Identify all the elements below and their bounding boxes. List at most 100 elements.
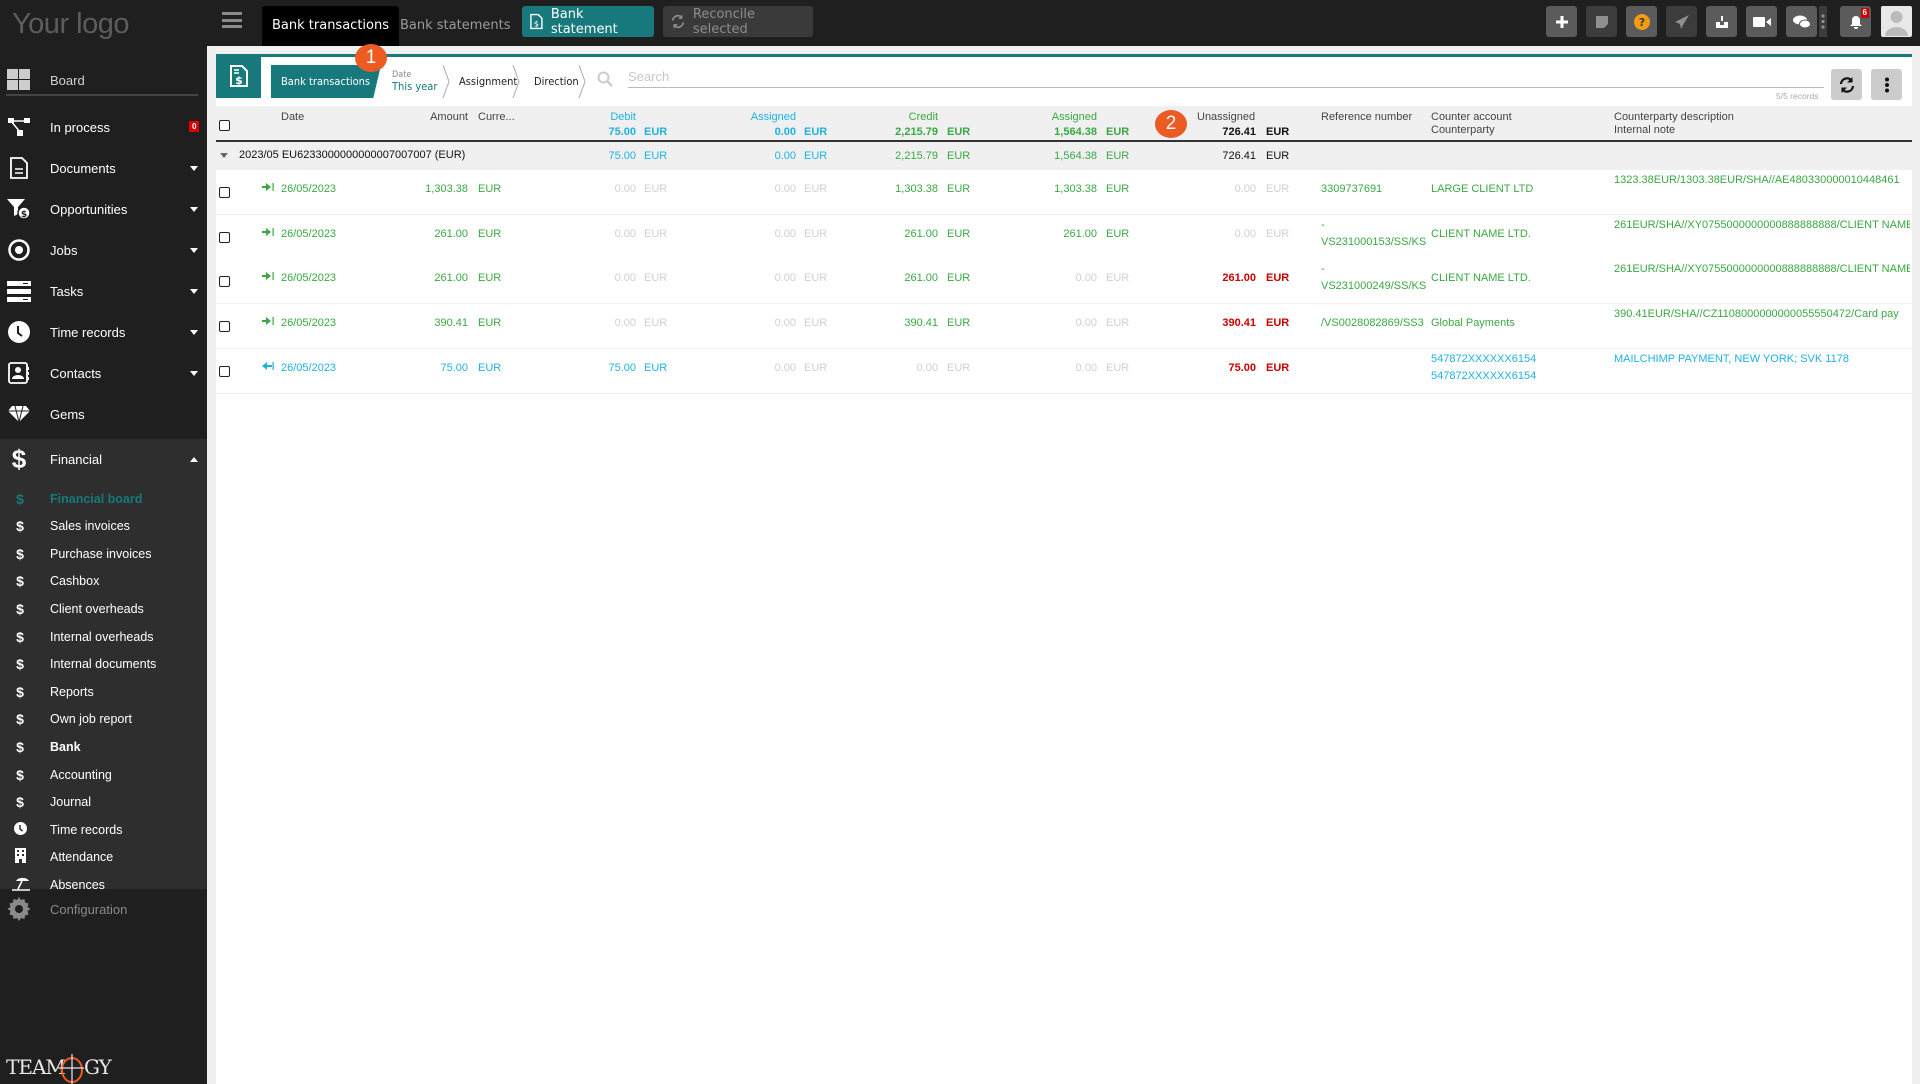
notifications-button[interactable]: 6 (1840, 6, 1871, 37)
column-header-credit[interactable]: Credit (856, 111, 938, 123)
sidebar-subitem-cashbox[interactable]: $ Cashbox (0, 568, 207, 595)
sidebar-subitem-financial-board[interactable]: $ Financial board (0, 485, 207, 512)
target-icon (7, 238, 31, 262)
row-checkbox[interactable] (219, 321, 230, 333)
table-row[interactable]: 26/05/2023 390.41 EUR 0.00 EUR 0.00 EUR 390.41 E… (216, 304, 1912, 350)
column-header-counter-account[interactable]: Counter account (1431, 111, 1512, 123)
sidebar-item-opportunities[interactable]: $ Opportunities (0, 189, 207, 229)
inbox-button[interactable] (1706, 6, 1737, 37)
video-button[interactable] (1746, 6, 1777, 37)
column-header-debit[interactable]: Debit (556, 111, 636, 123)
more-vertical-icon (1884, 77, 1889, 92)
sidebar-subitem-own-job-report[interactable]: $ Own job report (0, 706, 207, 733)
total-debit: 75.00 (608, 126, 636, 138)
sync-icon (671, 14, 685, 29)
main-panel: $ Bank transactions Date This year Assig… (216, 54, 1912, 1084)
sidebar-subitem-client-overheads[interactable]: $ Client overheads (0, 595, 207, 622)
records-count: 5/5 records (1776, 91, 1819, 101)
sidebar-item-label: Opportunities (50, 201, 128, 217)
bank-statement-button[interactable]: $ Bank statement (522, 6, 654, 37)
transaction-date[interactable]: 26/05/2023 (281, 272, 336, 284)
column-header-currency[interactable]: Curre... (478, 111, 515, 123)
column-header-date[interactable]: Date (281, 111, 304, 123)
breadcrumb-date-filter[interactable]: Date This year (386, 65, 446, 98)
sidebar-item-jobs[interactable]: Jobs (0, 230, 207, 270)
debit-currency: EUR (644, 183, 668, 195)
sidebar-item-contacts[interactable]: Contacts (0, 353, 207, 393)
transaction-date[interactable]: 26/05/2023 (281, 317, 336, 329)
total-debit-assigned-currency: EUR (804, 126, 828, 138)
sidebar-subitem-time-records[interactable]: Time records (0, 816, 207, 843)
column-header-internal-note[interactable]: Internal note (1614, 124, 1675, 136)
sidebar-item-gems[interactable]: Gems (0, 394, 207, 434)
debit-assigned-amount: 0.00 (774, 272, 796, 285)
table-row[interactable]: 26/05/2023 261.00 EUR 0.00 EUR 0.00 EUR 261.00 E… (216, 259, 1912, 305)
column-header-reference[interactable]: Reference number (1321, 111, 1412, 123)
breadcrumb-separator (578, 65, 586, 98)
transaction-date[interactable]: 26/05/2023 (281, 228, 336, 240)
column-header-unassigned[interactable]: Unassigned (1197, 111, 1255, 123)
send-button[interactable] (1666, 6, 1697, 37)
credit-assigned-currency: EUR (1106, 317, 1130, 330)
sidebar-item-configuration[interactable]: Configuration (0, 889, 207, 929)
sidebar-subitem-journal[interactable]: $ Journal (0, 789, 207, 816)
select-all-checkbox[interactable] (219, 120, 230, 131)
table-row[interactable]: 26/05/2023 1,303.38 EUR 0.00 EUR 0.00 EUR 1,303… (216, 170, 1912, 215)
sidebar-subitem-bank[interactable]: $ Bank (0, 733, 207, 760)
more-options-button[interactable] (1871, 69, 1902, 100)
help-button[interactable]: ? (1626, 6, 1657, 37)
breadcrumb-assignment-filter[interactable]: Assignment (451, 65, 521, 98)
row-checkbox[interactable] (219, 187, 230, 198)
menu-icon[interactable] (222, 12, 242, 28)
column-header-credit-assigned[interactable]: Assigned (1016, 111, 1097, 123)
tab-bank-statements[interactable]: Bank statements (390, 6, 521, 46)
column-header-counterparty[interactable]: Counterparty (1431, 124, 1495, 136)
tab-bank-transactions[interactable]: Bank transactions (262, 6, 399, 46)
sidebar-item-time-records[interactable]: Time records (0, 312, 207, 352)
transaction-date[interactable]: 26/05/2023 (281, 183, 336, 195)
group-row[interactable]: 2023/05 EU6233000000000007007007 (EUR) 7… (216, 142, 1912, 170)
transaction-currency: EUR (478, 183, 502, 195)
sidebar-item-tasks[interactable]: Tasks (0, 271, 207, 311)
sidebar-item-documents[interactable]: Documents (0, 148, 207, 188)
unassigned-amount: 0.00 (1234, 183, 1256, 195)
column-header-counterparty-description[interactable]: Counterparty description (1614, 111, 1734, 123)
row-checkbox[interactable] (219, 231, 230, 243)
sidebar-subitem-accounting[interactable]: $ Accounting (0, 761, 207, 788)
table-row[interactable]: 26/05/2023 261.00 EUR 0.00 EUR 0.00 EUR 261.00 E… (216, 214, 1912, 260)
sidebar-item-financial[interactable]: $ Financial (0, 439, 207, 479)
chat-button[interactable] (1786, 6, 1817, 37)
sidebar-subitem-purchase-invoices[interactable]: $ Purchase invoices (0, 540, 207, 567)
sidebar-subitem-internal-documents[interactable]: $ Internal documents (0, 651, 207, 678)
dollar-icon: $ (16, 545, 24, 562)
row-checkbox[interactable] (219, 365, 230, 377)
sidebar-subitem-attendance[interactable]: Attendance (0, 844, 207, 871)
refresh-button[interactable] (1831, 69, 1862, 100)
transaction-date[interactable]: 26/05/2023 (281, 362, 336, 374)
sidebar-subitem-label: Time records (50, 822, 123, 837)
sidebar-item-in-process[interactable]: In process 0 (0, 107, 207, 147)
debit-assigned-currency: EUR (804, 183, 828, 195)
sidebar-subitem-label: Financial board (50, 491, 143, 506)
row-checkbox[interactable] (219, 276, 230, 288)
column-header-amount[interactable]: Amount (396, 111, 468, 123)
chevron-down-icon (190, 288, 198, 294)
group-unassigned: 726.41 (1222, 150, 1256, 162)
scrollbar[interactable] (1912, 46, 1920, 1084)
transaction-currency: EUR (478, 272, 502, 285)
sidebar-subitem-sales-invoices[interactable]: $ Sales invoices (0, 513, 207, 540)
dollar-icon: $ (16, 766, 24, 783)
more-vertical-icon[interactable] (1819, 6, 1827, 37)
add-button[interactable] (1546, 6, 1577, 37)
notes-button[interactable] (1586, 6, 1617, 37)
table-row[interactable]: 26/05/2023 75.00 EUR 75.00 EUR 0.00 EUR 0.00 EUR… (216, 348, 1912, 394)
dollar-icon: $ (16, 794, 24, 811)
reconcile-selected-button[interactable]: Reconcile selected (663, 6, 813, 37)
inbox-icon (1715, 15, 1728, 28)
collapse-caret-icon[interactable] (220, 153, 228, 158)
search-input[interactable] (628, 66, 1824, 88)
user-avatar[interactable] (1881, 6, 1912, 37)
sidebar-subitem-internal-overheads[interactable]: $ Internal overheads (0, 623, 207, 650)
sidebar-subitem-reports[interactable]: $ Reports (0, 678, 207, 705)
column-header-debit-assigned[interactable]: Assigned (716, 111, 796, 123)
